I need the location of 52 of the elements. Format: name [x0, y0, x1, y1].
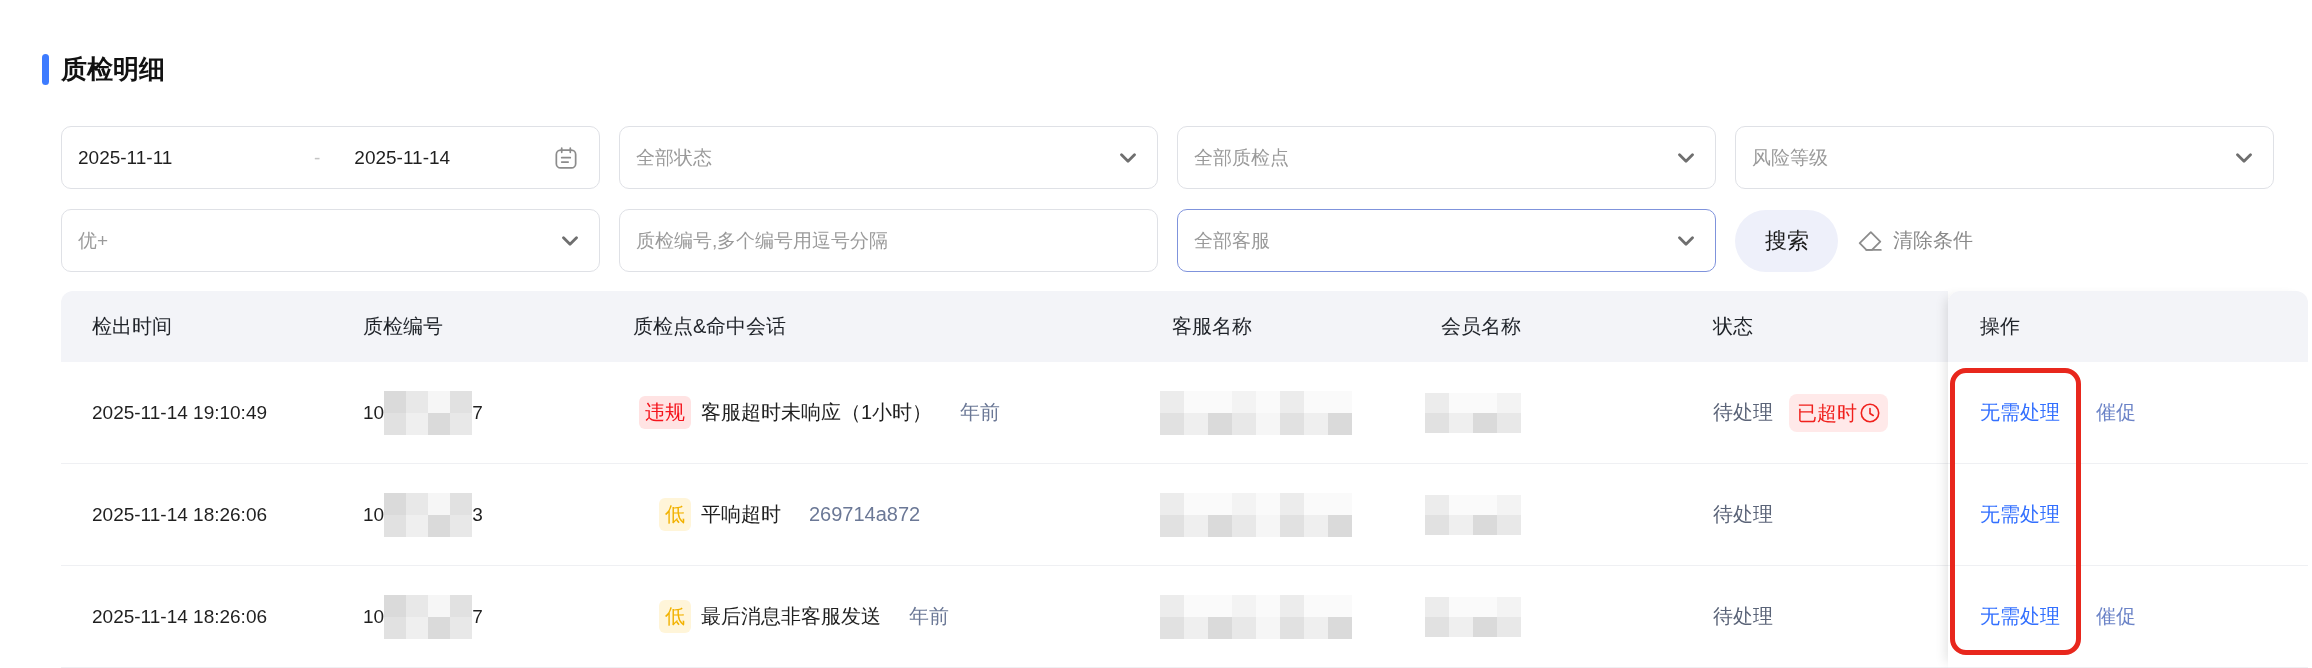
chevron-down-icon [562, 236, 578, 246]
section-title: 质检明细 [61, 54, 165, 85]
risk-tag: 低 [659, 498, 691, 531]
calendar-icon [555, 146, 577, 169]
action-link[interactable]: 无需处理 [1980, 501, 2060, 528]
session-text: 年前 [909, 604, 949, 629]
overdue-text: 已超时 [1797, 400, 1857, 426]
risk-tag: 低 [659, 600, 691, 633]
session-text: 269714a872 [809, 503, 921, 526]
chevron-down-icon [1120, 153, 1136, 163]
column-header: 质检编号 [363, 314, 443, 339]
action-link[interactable]: 无需处理 [1980, 399, 2060, 426]
inspection-id-end: 7 [472, 605, 483, 628]
chevron-down-icon [1678, 236, 1694, 246]
search-button[interactable]: 搜索 [1735, 209, 1838, 272]
date-range-field[interactable]: 2025-11-11 - 2025-11-14 [61, 126, 600, 189]
inspection-id-start: 10 [363, 605, 385, 628]
dropdown-field[interactable]: 全部客服 [1177, 209, 1716, 272]
eraser-icon [1858, 230, 1882, 251]
action-link[interactable]: 催促 [2096, 399, 2136, 426]
session-text: 年前 [960, 400, 1001, 425]
input-field[interactable]: 质检编号,多个编号用逗号分隔 [619, 209, 1158, 272]
detection-time: 2025-11-14 18:26:06 [92, 605, 268, 628]
column-header: 会员名称 [1441, 314, 1521, 339]
end-date-input[interactable]: 2025-11-14 [354, 146, 505, 169]
rule-name: 客服超时未响应（1小时） [701, 400, 933, 425]
inspection-id-end: 7 [472, 401, 483, 424]
detection-time: 2025-11-14 19:10:49 [92, 401, 268, 424]
detection-time: 2025-11-14 18:26:06 [92, 503, 268, 526]
range-separator: - [314, 146, 321, 169]
column-header: 质检点&命中会话 [633, 314, 787, 339]
clear-button[interactable]: 清除条件 [1858, 227, 1973, 254]
column-header: 操作 [1980, 314, 2020, 339]
column-header: 客服名称 [1172, 314, 1252, 339]
column-header: 检出时间 [92, 314, 172, 339]
status-text: 待处理 [1713, 400, 1773, 425]
clock-icon [1860, 402, 1880, 423]
inspection-id-start: 10 [363, 503, 385, 526]
action-link[interactable]: 无需处理 [1980, 603, 2060, 630]
chevron-down-icon [2236, 153, 2252, 163]
status-text: 待处理 [1713, 604, 1773, 629]
inspection-id-start: 10 [363, 401, 385, 424]
risk-tag: 违规 [639, 396, 691, 429]
accent-marker-icon [42, 54, 49, 85]
chevron-down-icon [1678, 153, 1694, 163]
status-text: 待处理 [1713, 502, 1773, 527]
inspection-id-end: 3 [472, 503, 483, 526]
rule-name: 平响超时 [701, 502, 781, 527]
column-header: 状态 [1713, 314, 1753, 339]
action-link[interactable]: 催促 [2096, 603, 2136, 630]
start-date-input[interactable]: 2025-11-11 [78, 146, 228, 169]
rule-name: 最后消息非客服发送 [701, 604, 881, 629]
